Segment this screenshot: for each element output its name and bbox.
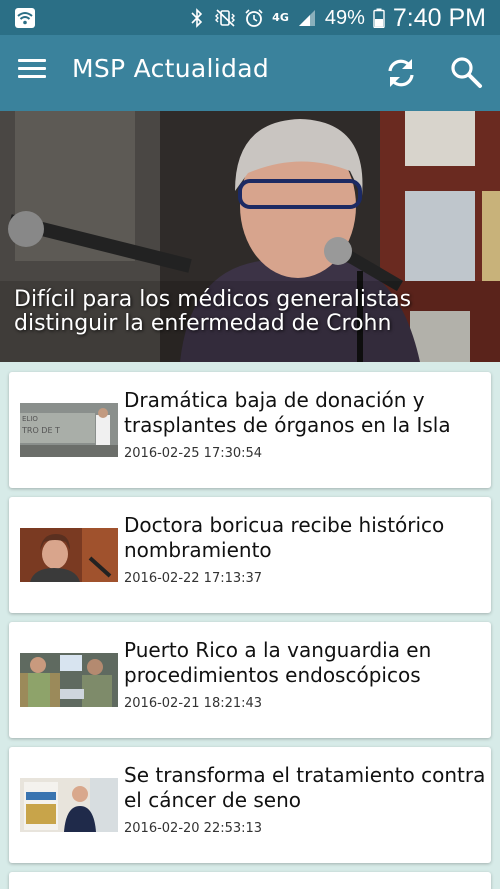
signal-icon	[298, 10, 315, 26]
refresh-icon[interactable]	[383, 55, 419, 91]
menu-icon	[18, 59, 48, 78]
alarm-icon	[245, 9, 263, 27]
article-card[interactable]	[9, 872, 491, 889]
article-card[interactable]: Puerto Rico a la vanguardia en procedimi…	[9, 622, 491, 738]
app-bar: MSP Actualidad	[0, 35, 500, 111]
search-icon[interactable]	[448, 54, 484, 90]
status-bar: 4G 49% 7:40 PM	[0, 0, 500, 35]
article-thumbnail: ELIO TRO DE T	[20, 403, 118, 457]
article-date: 2016-02-21 18:21:43	[124, 696, 263, 711]
article-card[interactable]: Se transforma el tratamiento contra el c…	[9, 747, 491, 863]
network-type: 4G	[272, 11, 289, 24]
article-title: Se transforma el tratamiento contra el c…	[124, 763, 486, 812]
article-thumbnail	[20, 778, 118, 832]
battery-icon	[373, 8, 385, 28]
svg-text:TRO DE T: TRO DE T	[21, 426, 60, 435]
article-thumbnail	[20, 528, 118, 582]
featured-article[interactable]: Difícil para los médicos generalistas di…	[0, 111, 500, 362]
bluetooth-icon	[191, 8, 203, 28]
clock: 7:40 PM	[392, 3, 486, 32]
article-card[interactable]: Doctora boricua recibe histórico nombram…	[9, 497, 491, 613]
wifi-icon	[15, 8, 35, 28]
vibrate-icon	[215, 9, 236, 27]
app-title: MSP Actualidad	[72, 54, 269, 83]
article-card[interactable]: ELIO TRO DE T Dramática baja de donación…	[9, 372, 491, 488]
featured-article-title: Difícil para los médicos generalistas di…	[14, 287, 412, 336]
battery-percent: 49%	[324, 6, 365, 29]
menu-button[interactable]	[18, 59, 48, 89]
svg-text:ELIO: ELIO	[22, 415, 38, 423]
article-title: Doctora boricua recibe histórico nombram…	[124, 513, 445, 562]
article-date: 2016-02-25 17:30:54	[124, 446, 263, 461]
article-date: 2016-02-20 22:53:13	[124, 821, 263, 836]
article-thumbnail	[20, 653, 118, 707]
article-date: 2016-02-22 17:13:37	[124, 571, 263, 586]
article-title: Dramática baja de donación y trasplantes…	[124, 388, 451, 437]
article-title: Puerto Rico a la vanguardia en procedimi…	[124, 638, 432, 687]
